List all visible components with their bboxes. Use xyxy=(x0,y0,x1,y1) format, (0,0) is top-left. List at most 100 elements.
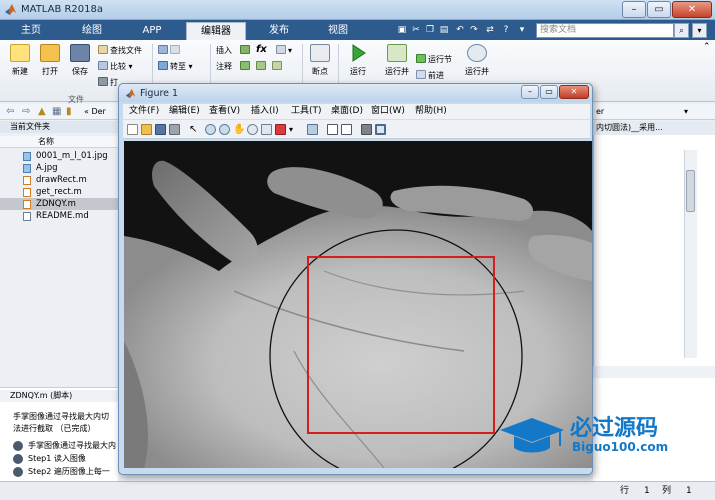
comment-percent-icon[interactable] xyxy=(240,61,252,72)
insert-colorbar-icon[interactable] xyxy=(327,124,338,135)
tab-view[interactable]: 视图 xyxy=(310,22,366,40)
section-item[interactable]: Step1 读入图像 xyxy=(28,453,86,465)
show-plot-tools-icon[interactable] xyxy=(375,124,386,135)
menu-insert[interactable]: 插入(I) xyxy=(251,106,279,117)
scrollbar-thumb[interactable] xyxy=(686,170,695,212)
run-advance-label: 运行并 xyxy=(385,67,409,76)
pan-hand-icon[interactable]: ✋ xyxy=(233,124,245,135)
figure-maximize-button[interactable]: ▭ xyxy=(540,85,558,99)
goto-button[interactable]: 转至 ▾ xyxy=(158,61,193,72)
redo-icon[interactable]: ↷ xyxy=(468,24,480,36)
file-item[interactable]: 0001_m_l_01.jpg xyxy=(0,150,118,162)
save-figure-icon[interactable] xyxy=(155,124,166,135)
quick-paste-icon[interactable]: ▤ xyxy=(438,24,450,36)
uncomment-percent-icon[interactable] xyxy=(256,61,268,72)
browse-folder-icon[interactable]: ▦ xyxy=(52,106,61,118)
navigate-back-icon[interactable] xyxy=(158,45,182,56)
menu-window[interactable]: 窗口(W) xyxy=(371,106,405,117)
insert-button[interactable]: 插入 xyxy=(216,45,232,56)
undo-icon[interactable]: ↶ xyxy=(454,24,466,36)
insert-section-icon[interactable] xyxy=(240,45,252,56)
run-section-button[interactable]: 运行节 xyxy=(416,54,452,65)
collapse-ribbon-icon[interactable]: ⌃ xyxy=(703,42,711,53)
help-icon[interactable]: ? xyxy=(500,24,512,36)
search-icon[interactable]: ⌕ xyxy=(674,23,689,38)
print-button[interactable]: 打 xyxy=(98,77,118,88)
comment-button[interactable]: 注释 xyxy=(216,61,232,72)
m-file-icon xyxy=(23,188,31,197)
zoom-out-icon[interactable] xyxy=(219,124,230,135)
back-arrow-icon[interactable]: ⇦ xyxy=(6,106,14,118)
pointer-icon[interactable]: ↖ xyxy=(189,124,200,135)
insert-function-icon[interactable]: fx xyxy=(256,44,267,55)
file-item[interactable]: get_rect.m xyxy=(0,186,118,198)
quick-save-icon[interactable]: ▣ xyxy=(396,24,408,36)
current-path-tail[interactable]: er xyxy=(596,107,604,117)
rotate-3d-icon[interactable] xyxy=(247,124,258,135)
path-dropdown-icon[interactable]: ▾ xyxy=(684,107,688,117)
insert-dropdown-icon[interactable]: ▾ xyxy=(276,45,292,56)
close-button[interactable]: ✕ xyxy=(672,1,712,18)
menu-tools[interactable]: 工具(T) xyxy=(291,106,322,117)
file-item-selected[interactable]: ZDNQY.m xyxy=(0,198,118,210)
open-file-icon[interactable] xyxy=(141,124,152,135)
brush-dropdown-icon[interactable]: ▾ xyxy=(289,124,300,135)
quick-access-dropdown-icon[interactable]: ▾ xyxy=(516,24,528,36)
figure-minimize-button[interactable]: – xyxy=(521,85,539,99)
quick-copy-icon[interactable]: ❐ xyxy=(424,24,436,36)
menu-file[interactable]: 文件(F) xyxy=(129,106,159,117)
brush-icon[interactable] xyxy=(275,124,286,135)
row-label: 行 xyxy=(620,486,630,496)
tab-apps[interactable]: APP xyxy=(126,22,178,40)
tab-editor[interactable]: 编辑器 xyxy=(186,22,246,40)
file-item[interactable]: README.md xyxy=(0,210,118,222)
tab-publish[interactable]: 发布 xyxy=(252,22,306,40)
up-folder-icon[interactable]: ▲ xyxy=(38,106,46,118)
search-documentation-input[interactable]: 搜索文档 xyxy=(536,23,674,38)
section-item[interactable]: 手掌图像通过寻找最大内 xyxy=(28,440,116,452)
new-figure-icon[interactable] xyxy=(127,124,138,135)
forward-arrow-icon[interactable]: ⇨ xyxy=(22,106,30,118)
menu-edit[interactable]: 编辑(E) xyxy=(169,106,200,117)
run-button[interactable]: 运行 xyxy=(344,44,372,77)
insert-legend-icon[interactable] xyxy=(341,124,352,135)
figure-title-bar[interactable]: Figure 1 – ▭ ✕ xyxy=(119,84,592,102)
editor-tab[interactable]: 内切圆法)__采用... xyxy=(593,121,715,135)
tab-plots[interactable]: 绘图 xyxy=(66,22,118,40)
zoom-in-icon[interactable] xyxy=(205,124,216,135)
minimize-button[interactable]: – xyxy=(622,1,646,18)
file-name: ZDNQY.m xyxy=(36,199,76,209)
quick-cut-icon[interactable]: ✂ xyxy=(410,24,422,36)
file-item[interactable]: drawRect.m xyxy=(0,174,118,186)
wrap-comments-icon[interactable] xyxy=(272,61,284,72)
section-item[interactable]: Step2 遍历图像上每一 xyxy=(28,466,110,478)
breakpoint-button[interactable]: 断点 xyxy=(306,44,334,77)
figure-toolbar: ↖ ✋ ▾ xyxy=(123,119,590,139)
tab-home[interactable]: 主页 xyxy=(6,22,56,40)
run-and-advance-button[interactable]: 运行并 xyxy=(380,44,414,77)
open-button[interactable]: 打开 xyxy=(36,44,64,77)
notification-icon[interactable]: ▾ xyxy=(692,23,707,38)
compare-button[interactable]: 比较 ▾ xyxy=(98,61,133,72)
link-plot-icon[interactable] xyxy=(307,124,318,135)
save-button[interactable]: 保存 xyxy=(66,44,94,77)
current-path[interactable]: « Der xyxy=(84,107,106,117)
name-column-header[interactable]: 名称 xyxy=(0,136,118,148)
new-button[interactable]: 新建 xyxy=(6,44,34,77)
figure-close-button[interactable]: ✕ xyxy=(559,85,589,99)
menu-desktop[interactable]: 桌面(D) xyxy=(331,106,363,117)
switch-windows-icon[interactable]: ⇄ xyxy=(484,24,496,36)
find-files-button[interactable]: 查找文件 xyxy=(98,45,142,56)
menu-help[interactable]: 帮助(H) xyxy=(415,106,447,117)
maximize-button[interactable]: ▭ xyxy=(647,1,671,18)
hide-plot-tools-icon[interactable] xyxy=(361,124,372,135)
m-file-icon xyxy=(23,176,31,185)
data-cursor-icon[interactable] xyxy=(261,124,272,135)
advance-button[interactable]: 前进 xyxy=(416,70,444,81)
file-item[interactable]: A.jpg xyxy=(0,162,118,174)
section-bullet-icon xyxy=(13,441,23,451)
run-play-icon xyxy=(352,44,366,62)
print-figure-icon[interactable] xyxy=(169,124,180,135)
run-and-time-button[interactable]: 运行并 xyxy=(462,44,492,77)
menu-view[interactable]: 查看(V) xyxy=(209,106,240,117)
